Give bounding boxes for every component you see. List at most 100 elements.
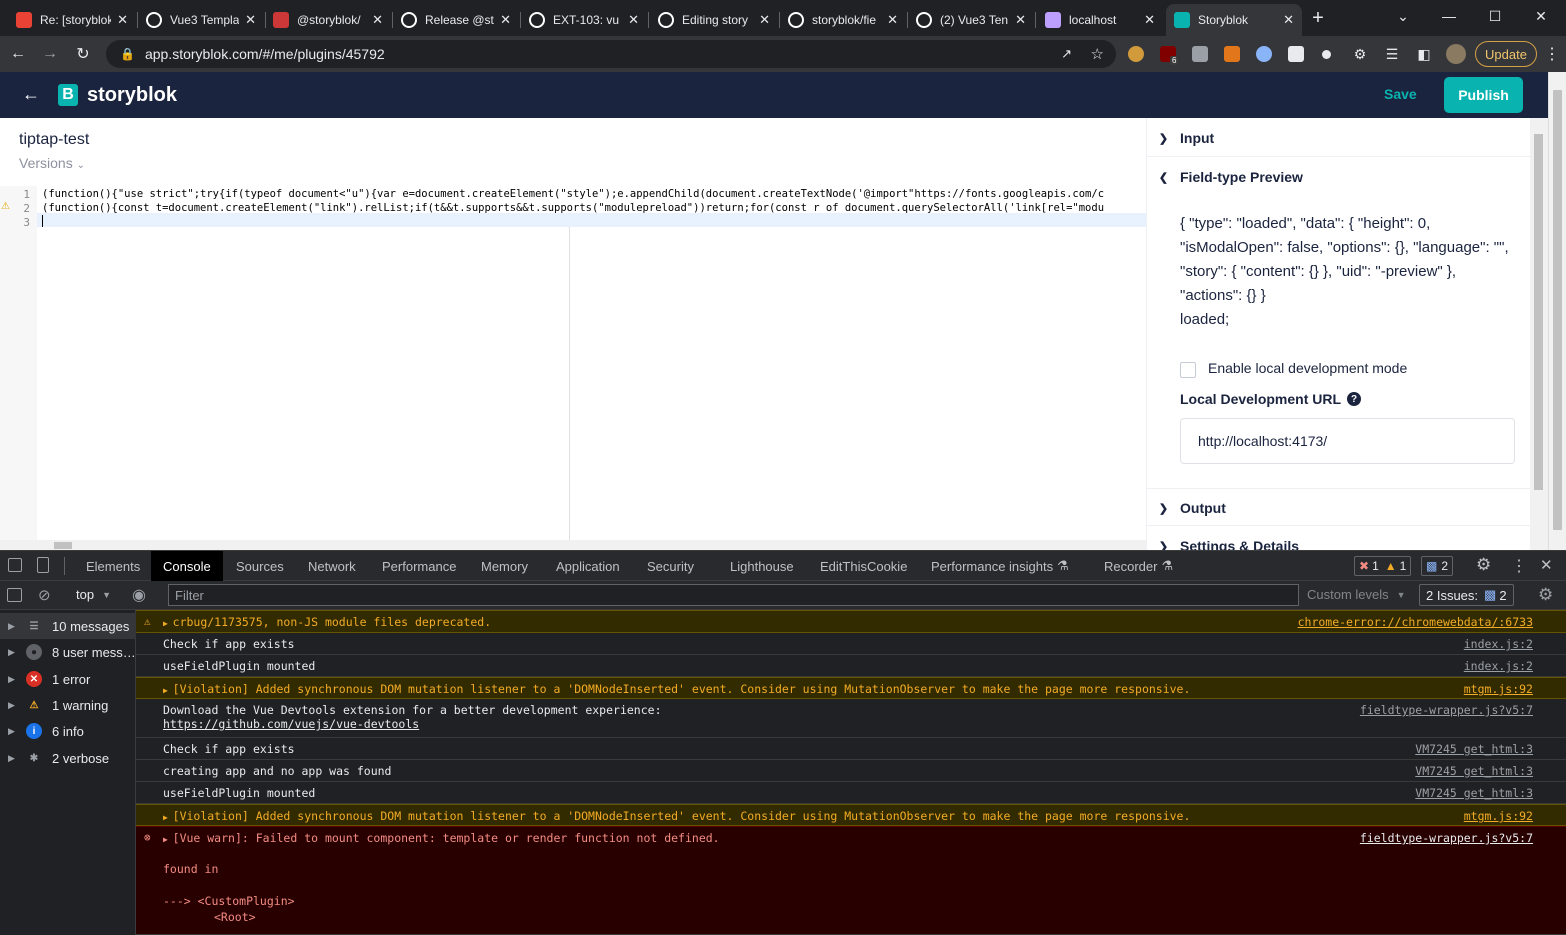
scrollbar-thumb[interactable] — [54, 542, 72, 549]
devtools-close-icon[interactable]: ✕ — [1540, 556, 1553, 574]
section-settings[interactable]: ❯ Settings & Details — [1147, 534, 1531, 550]
expand-arrow-icon[interactable]: ▶ — [163, 813, 173, 822]
log-levels-dropdown[interactable]: Custom levels ▼ — [1307, 587, 1406, 602]
console-sidebar-item[interactable]: ▶ ⚠ 1 warning — [0, 692, 136, 718]
devtools-tab-editthiscookie[interactable]: EditThisCookie — [820, 551, 907, 581]
close-tab-icon[interactable]: ✕ — [887, 12, 898, 28]
browser-tab[interactable]: (2) Vue3 Ten ✕ — [908, 4, 1034, 36]
console-sidebar-item[interactable]: ▶ ✕ 1 error — [0, 666, 136, 692]
close-tab-icon[interactable]: ✕ — [500, 12, 511, 28]
console-sidebar-item[interactable]: ▶ i 6 info — [0, 718, 136, 744]
close-tab-icon[interactable]: ✕ — [245, 12, 256, 28]
message-text[interactable]: ▶ [Violation] Added synchronous DOM muta… — [163, 809, 1190, 823]
devtools-tab-memory[interactable]: Memory — [481, 551, 528, 581]
back-arrow-icon[interactable]: ← — [22, 84, 40, 105]
new-tab-button[interactable]: + — [1306, 6, 1330, 30]
maximize-icon[interactable]: ☐ — [1472, 0, 1518, 32]
expand-arrow-icon[interactable]: ▶ — [8, 621, 18, 632]
devtools-tab-elements[interactable]: Elements — [86, 551, 140, 581]
message-source-link[interactable]: VM7245 get_html:3 — [1415, 786, 1533, 800]
message-source-link[interactable]: VM7245 get_html:3 — [1415, 764, 1533, 778]
browser-tab[interactable]: Vue3 Templa ✕ — [138, 4, 264, 36]
browser-tab[interactable]: Release @st ✕ — [393, 4, 519, 36]
bookmark-star-icon[interactable]: ☆ — [1091, 45, 1104, 63]
message-source-link[interactable]: mtgm.js:92 — [1464, 682, 1533, 696]
close-tab-icon[interactable]: ✕ — [628, 12, 639, 28]
message-text[interactable]: ▶ crbug/1173575, non-JS module files dep… — [163, 615, 491, 629]
expand-arrow-icon[interactable]: ▶ — [8, 700, 18, 711]
device-toolbar-icon[interactable] — [37, 557, 49, 573]
devtools-tab-recorder[interactable]: Recorder ⚗ — [1104, 551, 1173, 581]
browser-tab[interactable]: Storyblok ✕ — [1166, 4, 1302, 36]
console-settings-icon[interactable]: ⚙ — [1538, 585, 1553, 605]
console-filter-input[interactable]: Filter — [168, 584, 1299, 606]
close-tab-icon[interactable]: ✕ — [117, 12, 128, 28]
publish-button[interactable]: Publish — [1444, 77, 1523, 113]
minimize-icon[interactable]: — — [1426, 0, 1472, 32]
scrollbar-thumb[interactable] — [1553, 90, 1562, 530]
help-icon[interactable]: ? — [1347, 392, 1362, 406]
close-tab-icon[interactable]: ✕ — [1144, 12, 1155, 28]
close-tab-icon[interactable]: ✕ — [1015, 12, 1026, 28]
devtools-menu-icon[interactable]: ⋮ — [1511, 556, 1527, 576]
message-text[interactable]: ▶ [Violation] Added synchronous DOM muta… — [163, 682, 1190, 696]
address-bar[interactable]: 🔒 app.storyblok.com/#/me/plugins/45792 ↗… — [106, 40, 1116, 68]
panel-scrollbar[interactable] — [1530, 118, 1548, 550]
clear-console-icon[interactable]: ⊘ — [38, 586, 51, 604]
devtools-tab-application[interactable]: Application — [556, 551, 620, 581]
section-input[interactable]: ❯ Input — [1147, 126, 1531, 150]
expand-arrow-icon[interactable]: ▶ — [8, 726, 18, 737]
sidebar-toggle-icon[interactable] — [7, 588, 22, 602]
section-field-type-preview[interactable]: ❮ Field-type Preview — [1147, 165, 1531, 189]
message-source-link[interactable]: VM7245 get_html:3 — [1415, 742, 1533, 756]
browser-tab[interactable]: @storyblok/ ✕ — [265, 4, 391, 36]
expand-arrow-icon[interactable]: ▶ — [8, 647, 18, 658]
reload-icon[interactable]: ↻ — [71, 42, 95, 66]
close-tab-icon[interactable]: ✕ — [372, 12, 383, 28]
side-panel-icon[interactable]: ◧ — [1412, 42, 1436, 66]
update-button[interactable]: Update — [1475, 41, 1537, 67]
devtools-tab-performance[interactable]: Performance — [382, 551, 456, 581]
extension-icon-5[interactable] — [1256, 46, 1272, 62]
message-source-link[interactable]: index.js:2 — [1464, 637, 1533, 651]
share-icon[interactable]: ↗ — [1061, 46, 1072, 62]
console-sidebar-item[interactable]: ▶ ☰ 10 messages — [0, 613, 136, 639]
expand-arrow-icon[interactable]: ▶ — [163, 619, 173, 628]
devtools-tab-security[interactable]: Security — [647, 551, 694, 581]
vue-devtools-link[interactable]: https://github.com/vuejs/vue-devtools — [163, 717, 419, 731]
devtools-tab-console[interactable]: Console — [151, 551, 223, 581]
code-editor[interactable]: 1 ⚠ 2 3 (function(){"use strict";try{if(… — [0, 186, 1146, 550]
devtools-tab-network[interactable]: Network — [308, 551, 356, 581]
issues-button[interactable]: 2 Issues: ▩ 2 — [1419, 584, 1514, 606]
browser-tab[interactable]: Re: [storyblok ✕ — [8, 4, 136, 36]
page-scrollbar[interactable] — [1548, 72, 1566, 550]
message-source-link[interactable]: mtgm.js:92 — [1464, 809, 1533, 823]
message-source-link[interactable]: fieldtype-wrapper.js?v5:7 — [1360, 703, 1533, 717]
message-source-link[interactable]: index.js:2 — [1464, 659, 1533, 673]
versions-dropdown[interactable]: Versions ⌄ — [19, 155, 85, 171]
extensions-puzzle-icon[interactable]: ⚙ — [1348, 42, 1372, 66]
devtools-tab-lighthouse[interactable]: Lighthouse — [730, 551, 794, 581]
back-icon[interactable]: ← — [6, 42, 30, 66]
expand-arrow-icon[interactable]: ▶ — [8, 753, 18, 764]
chrome-menu-icon[interactable]: ⋮ — [1540, 42, 1564, 66]
tab-search-icon[interactable]: ⌄ — [1380, 0, 1426, 32]
browser-tab[interactable]: EXT-103: vu ✕ — [521, 4, 647, 36]
devtools-tab-performance-insights[interactable]: Performance insights ⚗ — [931, 551, 1069, 581]
local-dev-mode-checkbox[interactable] — [1180, 362, 1196, 378]
profile-avatar[interactable] — [1446, 44, 1466, 64]
scrollbar-thumb[interactable] — [1534, 134, 1543, 490]
expand-arrow-icon[interactable]: ▶ — [8, 674, 18, 685]
media-queue-icon[interactable]: ☰ — [1380, 42, 1404, 66]
section-output[interactable]: ❯ Output — [1147, 496, 1531, 520]
metamask-extension-icon[interactable] — [1224, 46, 1240, 62]
message-source-link[interactable]: chrome-error://chromewebdata/:6733 — [1298, 615, 1533, 629]
devtools-settings-icon[interactable]: ⚙ — [1476, 555, 1491, 575]
extension-icon-7[interactable] — [1322, 50, 1331, 59]
save-button[interactable]: Save — [1384, 86, 1417, 102]
issues-counter[interactable]: ▩ 2 — [1421, 556, 1454, 576]
live-expression-eye-icon[interactable]: ◉ — [132, 585, 146, 605]
browser-tab[interactable]: storyblok/fie ✕ — [780, 4, 906, 36]
close-window-icon[interactable]: ✕ — [1518, 0, 1564, 32]
console-sidebar-item[interactable]: ▶ ● 8 user mess… — [0, 639, 136, 665]
